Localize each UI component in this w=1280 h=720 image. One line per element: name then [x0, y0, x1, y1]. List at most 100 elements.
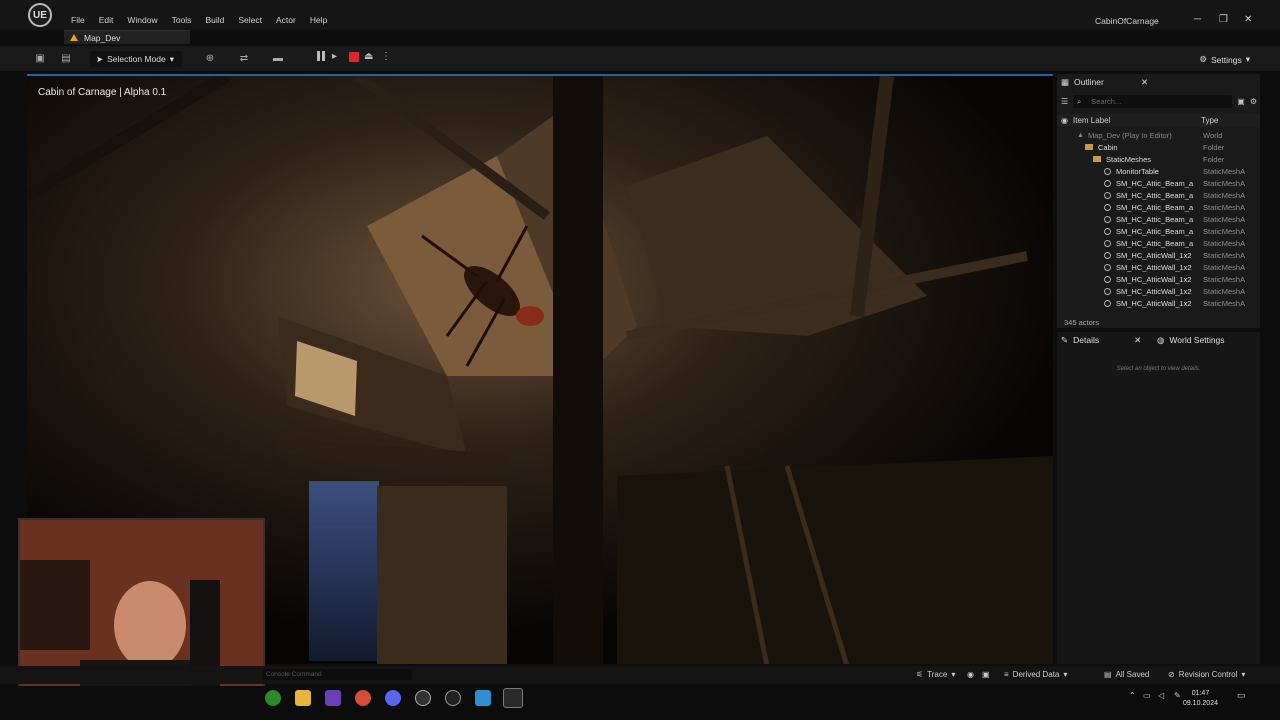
chrome-icon[interactable] — [355, 690, 371, 706]
outliner-row-label: SM_HC_AtticWall_1x2 — [1116, 298, 1192, 308]
menu-tools[interactable]: Tools — [165, 15, 199, 25]
notification-icon[interactable]: ▭ — [1237, 690, 1246, 701]
revision-control-button[interactable]: ⊘ Revision Control ▾ — [1168, 670, 1245, 679]
outliner-row[interactable]: Cabin Folder — [1057, 141, 1260, 153]
outliner-tree: ▲ Map_Dev (Play In Editor) World Cabin Folde… — [1057, 129, 1260, 309]
outliner-row[interactable]: SM_HC_AtticWall_1x2 StaticMeshA — [1057, 285, 1260, 297]
steam-icon[interactable] — [445, 690, 461, 706]
trace-button[interactable]: ⚟ Trace ▾ — [916, 670, 955, 679]
world-settings-tab[interactable]: ◍ World Settings — [1157, 332, 1225, 348]
filter-icon[interactable]: ☰ — [1061, 97, 1068, 106]
chevron-down-icon: ▾ — [1063, 670, 1068, 679]
static-mesh-icon — [1104, 227, 1111, 235]
discord-icon[interactable] — [385, 690, 401, 706]
outliner-tab[interactable]: ▦ Outliner ✕ — [1061, 74, 1257, 90]
all-saved-button[interactable]: ▤ All Saved — [1104, 670, 1149, 679]
unreal-editor-icon[interactable] — [503, 688, 523, 708]
clock[interactable]: 01:47 09.10.2024 — [1183, 689, 1218, 709]
unreal-logo-icon[interactable]: UE — [28, 3, 52, 27]
derived-data-label: Derived Data — [1012, 670, 1060, 679]
world-settings-label: World Settings — [1169, 335, 1225, 345]
shield-app-icon[interactable] — [475, 690, 491, 706]
xbox-icon[interactable] — [265, 690, 281, 706]
gear-icon[interactable]: ⚙ — [1250, 97, 1257, 106]
outliner-row[interactable]: SM_HC_Attic_Beam_a StaticMeshA — [1057, 177, 1260, 189]
outliner-row[interactable]: SM_HC_Attic_Beam_a StaticMeshA — [1057, 225, 1260, 237]
pen-icon[interactable]: ✎ — [1174, 691, 1181, 700]
col-item-label[interactable]: Item Label — [1073, 116, 1110, 125]
chevron-down-icon: ▾ — [951, 670, 956, 679]
outliner-row-label: SM_HC_AtticWall_1x2 — [1116, 286, 1192, 296]
tray-chevron-icon[interactable]: ⌃ — [1129, 691, 1136, 700]
menu-build[interactable]: Build — [198, 15, 231, 25]
close-icon[interactable]: ✕ — [1134, 335, 1141, 346]
more-options-icon[interactable]: ⋮ — [381, 52, 393, 62]
visibility-icon[interactable]: ◉ — [1061, 116, 1068, 125]
chevron-down-icon: ▾ — [169, 53, 174, 64]
outliner-row-type: Folder — [1203, 142, 1225, 152]
outliner-row-type: StaticMeshA — [1203, 190, 1246, 200]
outliner-search-input[interactable]: ⌕ Search... — [1073, 94, 1233, 108]
outliner-row-type: StaticMeshA — [1203, 202, 1246, 212]
col-type[interactable]: Type — [1201, 116, 1218, 125]
level-tab[interactable]: Map_Dev — [64, 30, 190, 44]
selection-mode-dropdown[interactable]: ➤ Selection Mode ▾ — [90, 51, 182, 67]
static-mesh-icon — [1104, 251, 1111, 259]
maximize-icon[interactable]: ❐ — [1219, 14, 1228, 25]
outliner-row[interactable]: SM_HC_AtticWall_1x2 StaticMeshA — [1057, 297, 1260, 309]
minimize-icon[interactable]: ─ — [1194, 14, 1201, 25]
outliner-row-type: StaticMeshA — [1203, 274, 1246, 284]
stop-icon[interactable] — [349, 52, 359, 62]
all-saved-label: All Saved — [1115, 670, 1150, 679]
network-icon[interactable]: ▭ — [1143, 691, 1151, 700]
eject-icon[interactable]: ⏏ — [364, 52, 376, 62]
outliner-row[interactable]: SM_HC_Attic_Beam_a StaticMeshA — [1057, 237, 1260, 249]
settings-button[interactable]: ⚙ Settings ▾ — [1199, 54, 1250, 65]
step-icon[interactable]: ▸ — [332, 52, 344, 62]
outliner-row[interactable]: SM_HC_AtticWall_1x2 StaticMeshA — [1057, 273, 1260, 285]
obs-icon[interactable] — [415, 690, 431, 706]
menu-select[interactable]: Select — [231, 15, 269, 25]
close-icon[interactable]: ✕ — [1141, 77, 1148, 88]
outliner-row[interactable]: SM_HC_AtticWall_1x2 StaticMeshA — [1057, 249, 1260, 261]
cursor-icon: ➤ — [96, 53, 104, 64]
outliner-search-row: ☰ ⌕ Search... ▣ ⚙ — [1061, 94, 1257, 108]
outliner-row[interactable]: StaticMeshes Folder — [1057, 153, 1260, 165]
console-command-input[interactable]: Console Command — [262, 669, 412, 680]
search-icon: ⌕ — [1077, 96, 1082, 106]
menu-help[interactable]: Help — [303, 15, 334, 25]
save-icon[interactable]: ▣ — [34, 53, 46, 64]
details-tab[interactable]: ✎ Details ✕ — [1061, 332, 1141, 348]
outliner-row[interactable]: SM_HC_Attic_Beam_a StaticMeshA — [1057, 189, 1260, 201]
video-app-icon[interactable] — [325, 690, 341, 706]
outliner-row[interactable]: MonitorTable StaticMeshA — [1057, 165, 1260, 177]
outliner-row[interactable]: SM_HC_Attic_Beam_a StaticMeshA — [1057, 213, 1260, 225]
outliner-row-label: SM_HC_Attic_Beam_a — [1116, 178, 1194, 188]
revision-control-label: Revision Control — [1178, 670, 1238, 679]
add-actor-icon[interactable]: ⊕ — [204, 53, 216, 64]
file-explorer-icon[interactable] — [295, 690, 311, 706]
record-icon[interactable]: ◉ — [967, 670, 974, 679]
menu-window[interactable]: Window — [120, 15, 164, 25]
content-browser-icon[interactable]: ▤ — [60, 53, 72, 64]
menu-edit[interactable]: Edit — [92, 15, 121, 25]
outliner-row[interactable]: SM_HC_Attic_Beam_a StaticMeshA — [1057, 201, 1260, 213]
outliner-row[interactable]: ▲ Map_Dev (Play In Editor) World — [1057, 129, 1260, 141]
menu-file[interactable]: File — [64, 15, 92, 25]
outliner-row-label: Cabin — [1098, 142, 1118, 152]
pause-icon[interactable] — [315, 51, 327, 63]
volume-icon[interactable]: ◁ — [1158, 691, 1164, 700]
menu-actor[interactable]: Actor — [269, 15, 303, 25]
close-icon[interactable]: ✕ — [1244, 14, 1252, 25]
trace-icon: ⚟ — [916, 670, 924, 679]
clock-time: 01:47 — [1191, 690, 1210, 697]
derived-data-button[interactable]: ≡ Derived Data ▾ — [1004, 670, 1067, 679]
add-folder-icon[interactable]: ▣ — [1237, 97, 1245, 106]
outliner-row-type: StaticMeshA — [1203, 238, 1246, 248]
snapshot-icon[interactable]: ▣ — [982, 670, 990, 679]
outliner-row-label: MonitorTable — [1116, 166, 1159, 176]
outliner-row[interactable]: SM_HC_AtticWall_1x2 StaticMeshA — [1057, 261, 1260, 273]
project-title: CabinOfCarnage — [1095, 16, 1159, 26]
blueprint-icon[interactable]: ⇄ — [238, 53, 250, 64]
cinematics-icon[interactable]: ▬ — [272, 53, 284, 64]
